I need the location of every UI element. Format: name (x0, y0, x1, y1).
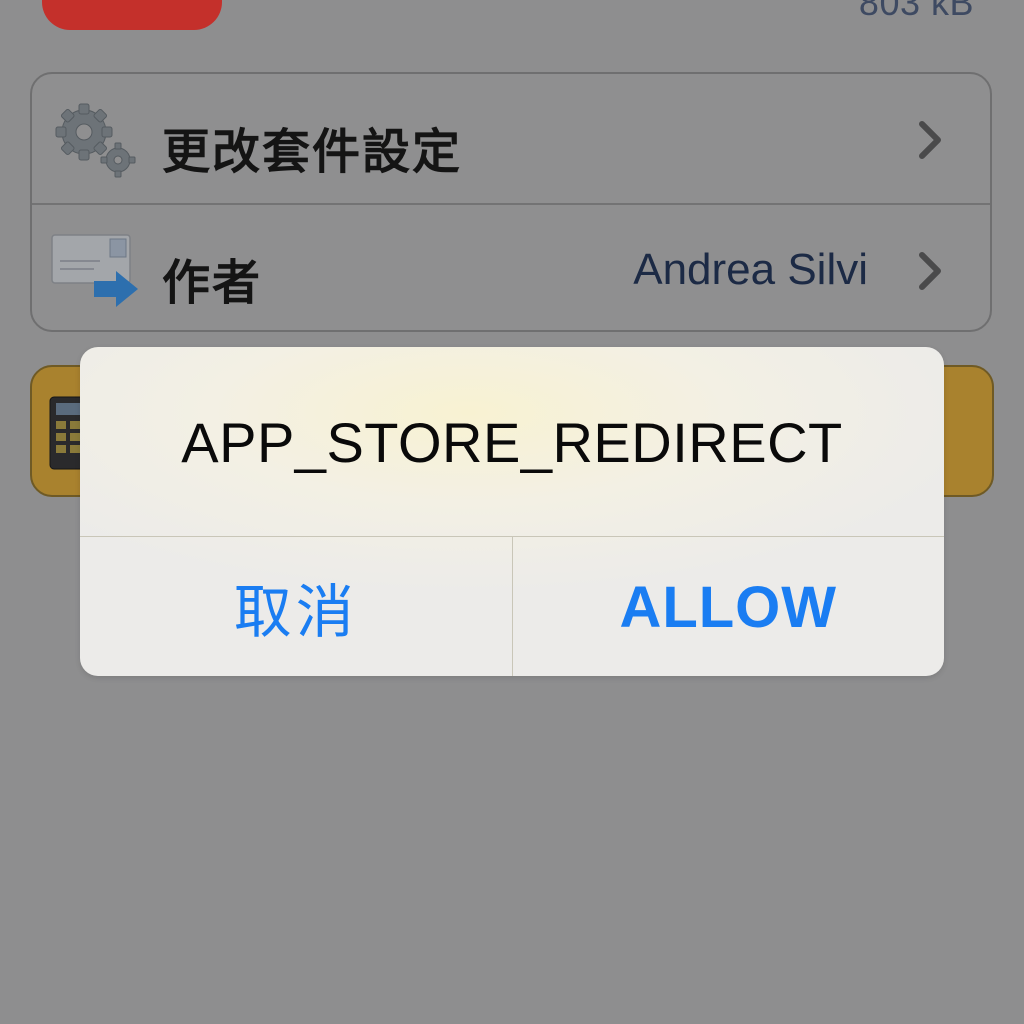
allow-button[interactable]: ALLOW (513, 537, 945, 676)
cancel-button[interactable]: 取消 (80, 537, 513, 676)
chevron-right-icon (919, 252, 941, 290)
author-label: 作者 (162, 257, 263, 310)
app-icon (42, 0, 222, 30)
chevron-right-icon (919, 121, 941, 159)
alert-dialog: APP_STORE_REDIRECT 取消 ALLOW (80, 347, 944, 676)
gears-icon (55, 103, 136, 178)
change-package-settings-label: 更改套件設定 (162, 126, 463, 179)
package-size: 803 kB (858, 0, 974, 23)
package-options-group: 更改套件設定 作者 Andrea Silvi (30, 72, 992, 332)
author-name: Andrea Silvi (633, 245, 868, 294)
alert-title: APP_STORE_REDIRECT (181, 410, 843, 474)
mail-forward-icon (51, 234, 138, 307)
alert-button-bar: 取消 ALLOW (80, 536, 944, 676)
author-row[interactable]: 作者 Andrea Silvi (32, 205, 990, 330)
change-package-settings-row[interactable]: 更改套件設定 (32, 74, 990, 205)
